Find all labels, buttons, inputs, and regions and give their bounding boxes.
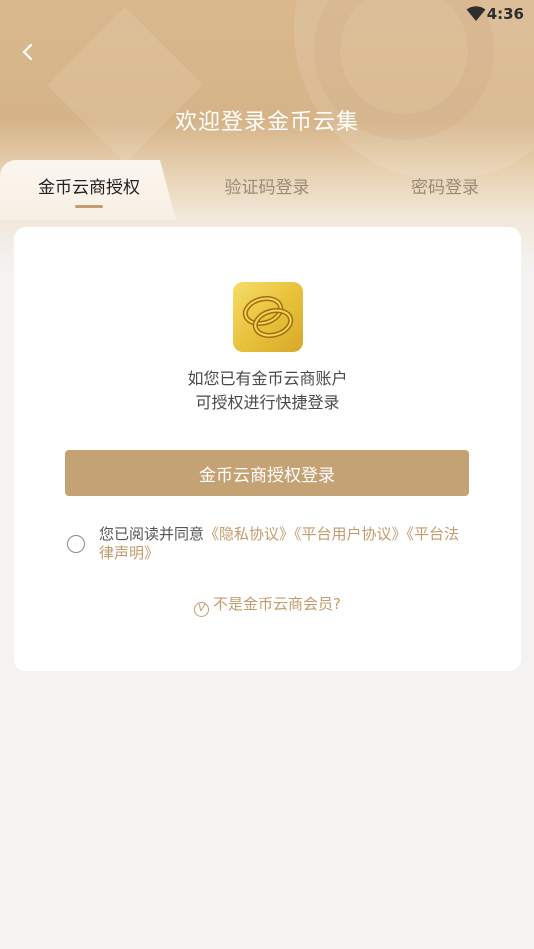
vip-icon: V — [194, 602, 210, 617]
tab-active-indicator — [75, 205, 103, 208]
login-tabs: 金币云商授权 验证码登录 密码登录 — [0, 160, 534, 220]
not-member-link[interactable]: V 不是金币云商会员? — [14, 593, 521, 617]
login-card: 如您已有金币云商账户 可授权进行快捷登录 金币云商授权登录 您已阅读并同意《隐私… — [14, 227, 521, 671]
back-button[interactable] — [14, 38, 42, 66]
description-line-2: 可授权进行快捷登录 — [195, 393, 340, 412]
wifi-icon — [466, 6, 486, 21]
chevron-left-icon — [22, 43, 33, 61]
not-member-label: 不是金币云商会员? — [213, 595, 341, 613]
tab-sms-code[interactable]: 验证码登录 — [178, 160, 356, 210]
agreement-checkbox[interactable] — [67, 535, 85, 553]
status-bar: 4:36 — [0, 0, 534, 28]
authorize-login-button[interactable]: 金币云商授权登录 — [65, 450, 469, 496]
user-agreement-link[interactable]: 《平台用户协议》 — [294, 525, 407, 543]
gold-rings-logo — [233, 282, 303, 352]
agreement-prefix: 您已阅读并同意 — [99, 525, 205, 543]
agreement-text: 您已阅读并同意《隐私协议》《平台用户协议》《平台法律声明》 — [99, 525, 474, 563]
status-time: 4:36 — [486, 5, 524, 23]
tab-password[interactable]: 密码登录 — [356, 160, 534, 210]
page-title: 欢迎登录金币云集 — [174, 110, 359, 135]
privacy-policy-link[interactable]: 《隐私协议》 — [204, 525, 294, 543]
tab-authorize[interactable]: 金币云商授权 — [0, 160, 178, 210]
header-decoration-diamond — [47, 7, 203, 163]
description-line-1: 如您已有金币云商账户 — [187, 369, 348, 388]
